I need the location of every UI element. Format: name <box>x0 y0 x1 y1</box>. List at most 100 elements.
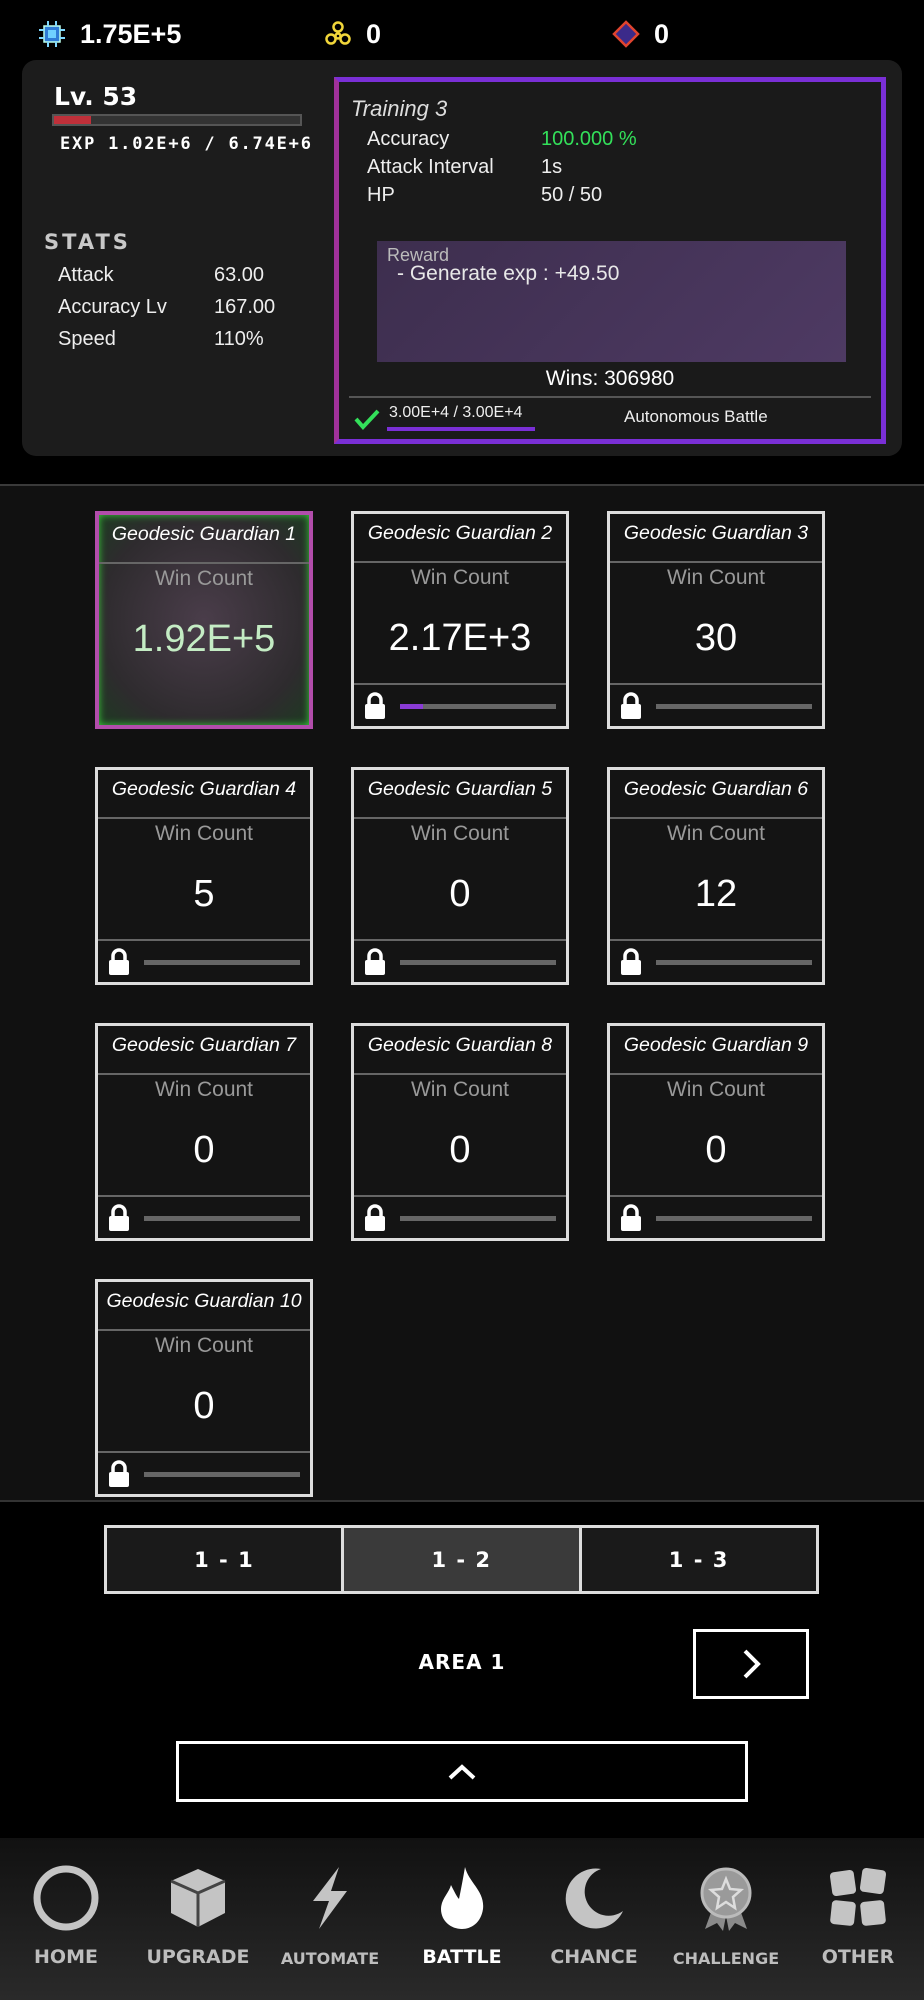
training-title: Training 3 <box>351 96 448 121</box>
guardian-card[interactable]: Geodesic Guardian 7 Win Count 0 <box>95 1023 313 1241</box>
guardian-progress-bar <box>144 1472 300 1477</box>
lock-icon <box>106 948 132 981</box>
win-count-value: 30 <box>694 617 738 659</box>
grid-icon <box>829 1867 887 1926</box>
win-count-value: 0 <box>193 1385 215 1427</box>
training-attack-interval: Attack Interval 1s <box>367 156 562 179</box>
bottom-nav: HOME UPGRADE AUTOMATE BATTLE CHANCE CHAL… <box>0 1838 924 2000</box>
training-divider <box>349 396 871 398</box>
stat-label: Attack <box>58 264 114 286</box>
card-divider <box>610 939 822 941</box>
training-value: 1s <box>541 156 563 178</box>
diamond-resource: 0 <box>612 14 669 54</box>
card-divider <box>98 1329 310 1331</box>
lock-icon <box>618 1204 644 1237</box>
guardian-card[interactable]: Geodesic Guardian 4 Win Count 5 <box>95 767 313 985</box>
nav-home[interactable]: HOME <box>0 1838 132 2000</box>
gems-resource: 0 <box>324 14 381 54</box>
training-label: Accuracy <box>367 128 450 150</box>
win-count-label: Win Count <box>410 566 510 589</box>
stat-label: Accuracy Lv <box>58 296 167 318</box>
guardian-card[interactable]: Geodesic Guardian 6 Win Count 12 <box>607 767 825 985</box>
training-hp: HP 50 / 50 <box>367 184 602 207</box>
chip-count: 1.75E+5 <box>80 18 182 49</box>
stat-value: 110% <box>214 328 264 350</box>
guardian-progress-bar <box>144 960 300 965</box>
nav-upgrade[interactable]: UPGRADE <box>132 1838 264 2000</box>
stat-accuracy-lv: Accuracy Lv 167.00 <box>58 296 275 319</box>
nav-other[interactable]: OTHER <box>792 1838 924 2000</box>
nav-label: OTHER <box>821 1946 895 1968</box>
guardian-progress-bar <box>656 1216 812 1221</box>
cube-icon <box>170 1869 226 1927</box>
guardian-card[interactable]: Geodesic Guardian 5 Win Count 0 <box>351 767 569 985</box>
checkmark-icon <box>354 409 380 430</box>
win-count-value: 0 <box>449 1129 471 1171</box>
lock-icon <box>362 1204 388 1237</box>
card-divider <box>610 1073 822 1075</box>
guardian-card[interactable]: Geodesic Guardian 9 Win Count 0 <box>607 1023 825 1241</box>
lock-icon <box>618 948 644 981</box>
gems-cluster-icon <box>325 21 351 45</box>
card-divider <box>98 817 310 819</box>
guardian-card[interactable]: Geodesic Guardian 10 Win Count 0 <box>95 1279 313 1497</box>
guardian-card[interactable]: Geodesic Guardian 3 Win Count 30 <box>607 511 825 729</box>
expand-up-button[interactable] <box>176 1741 748 1802</box>
training-progress-bar <box>387 427 535 431</box>
win-count-value: 12 <box>694 873 738 915</box>
nav-chance[interactable]: CHANCE <box>528 1838 660 2000</box>
tab-1-2[interactable]: 1 - 2 <box>341 1528 579 1591</box>
win-count-label: Win Count <box>666 1078 766 1101</box>
card-divider <box>98 1073 310 1075</box>
tab-1-3[interactable]: 1 - 3 <box>578 1528 816 1591</box>
card-divider <box>98 1451 310 1453</box>
tab-1-1[interactable]: 1 - 1 <box>107 1528 342 1591</box>
reward-box: Reward - Generate exp : +49.50 <box>377 241 846 362</box>
exp-bar-fill <box>54 116 91 124</box>
nav-challenge[interactable]: CHALLENGE <box>660 1838 792 2000</box>
nav-battle[interactable]: BATTLE <box>396 1838 528 2000</box>
nav-label: CHANCE <box>550 1946 638 1968</box>
stat-label: Speed <box>58 328 116 350</box>
nav-automate[interactable]: AUTOMATE <box>264 1838 396 2000</box>
training-label: Attack Interval <box>367 156 494 178</box>
stat-attack: Attack 63.00 <box>58 264 264 287</box>
training-panel[interactable]: Training 3 Accuracy 100.000 % Attack Int… <box>334 77 886 444</box>
guardian-progress-bar <box>400 704 556 709</box>
stat-speed: Speed 110% <box>58 328 264 351</box>
guardian-progress-fill <box>400 704 424 709</box>
card-divider <box>354 817 566 819</box>
training-accuracy: Accuracy 100.000 % <box>367 128 637 151</box>
guardian-name: Geodesic Guardian 9 <box>623 1034 809 1056</box>
exp-text: EXP 1.02E+6 / 6.74E+6 <box>60 134 313 154</box>
flame-icon <box>441 1867 484 1929</box>
win-count-label: Win Count <box>410 1078 510 1101</box>
nav-label: CHALLENGE <box>672 1949 780 1968</box>
card-divider <box>354 683 566 685</box>
guardian-name: Geodesic Guardian 6 <box>623 778 809 800</box>
card-divider <box>610 561 822 563</box>
next-area-button[interactable] <box>693 1629 809 1699</box>
win-count-value: 0 <box>193 1129 215 1171</box>
win-count-label: Win Count <box>666 566 766 589</box>
card-divider <box>610 1195 822 1197</box>
win-count-label: Win Count <box>666 822 766 845</box>
nav-label: AUTOMATE <box>280 1949 380 1968</box>
card-divider <box>354 1195 566 1197</box>
guardian-progress-bar <box>144 1216 300 1221</box>
guardian-card[interactable]: Geodesic Guardian 2 Win Count 2.17E+3 <box>351 511 569 729</box>
medal-icon <box>700 1867 752 1931</box>
card-divider <box>98 1195 310 1197</box>
autonomous-battle-label[interactable]: Autonomous Battle <box>624 407 768 427</box>
nav-label: BATTLE <box>422 1946 502 1968</box>
guardian-card[interactable]: Geodesic Guardian 1 Win Count 1.92E+5 <box>95 511 313 729</box>
guardian-card[interactable]: Geodesic Guardian 8 Win Count 0 <box>351 1023 569 1241</box>
lock-icon <box>106 1460 132 1493</box>
lock-icon <box>362 692 388 725</box>
home-ring-icon <box>33 1865 99 1931</box>
win-count-label: Win Count <box>154 1334 254 1357</box>
player-level: Lv. 53 <box>54 82 138 111</box>
stat-value: 63.00 <box>214 264 265 286</box>
lock-icon <box>106 1204 132 1237</box>
wins-count: Wins: 306980 <box>545 367 675 390</box>
